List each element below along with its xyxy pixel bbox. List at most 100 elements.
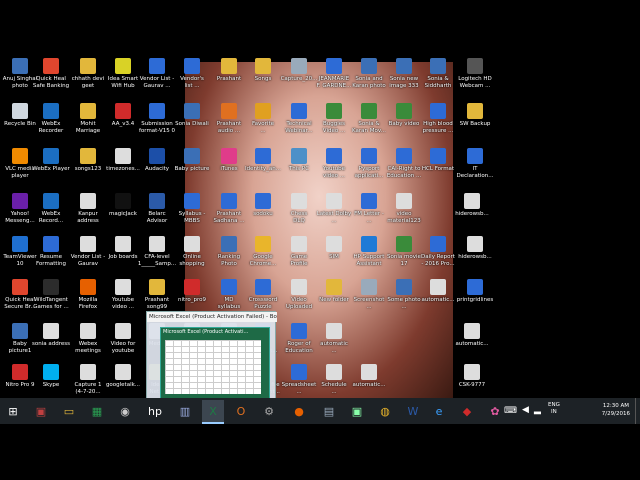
desktop-icon[interactable]: Daily Report - 2016 Pro... (418, 236, 458, 267)
desktop-icon[interactable]: Sonia Diwali (172, 103, 212, 128)
desktop-icon[interactable]: Capture_20... (279, 58, 319, 83)
media-app-icon[interactable]: ▣ (346, 400, 368, 422)
desktop-icon[interactable]: Mozilla Firefox (68, 279, 108, 310)
desktop-icon[interactable]: chhath devi geet (68, 58, 108, 89)
desktop-icon[interactable]: Video Uploaded (279, 279, 319, 310)
store-icon[interactable]: ▦ (86, 400, 108, 422)
desktop-icon[interactable]: HCL Format (418, 148, 458, 173)
desktop-icon[interactable]: nitro_pro9 (172, 279, 212, 304)
desktop-icon[interactable]: Buggies Video ... (314, 103, 354, 134)
desktop-icon[interactable]: Latest Dolby ... (314, 193, 354, 224)
desktop-icon[interactable]: Baby picture (172, 148, 212, 173)
edge-icon[interactable]: e (428, 400, 450, 422)
desktop-icon[interactable]: Logitech HD Webcam ... (455, 58, 495, 89)
desktop-icon[interactable]: Sonia & Karan Mov... (349, 103, 389, 134)
desktop-icon-label: WildTangent Games for ... (33, 297, 69, 310)
desktop-icon[interactable]: Submission format-V15 0 (137, 103, 177, 134)
desktop-icon[interactable]: Roger of Education (279, 323, 319, 354)
desktop-icon[interactable]: Technical Webinar... (279, 103, 319, 134)
desktop-icon[interactable]: WildTangent Games for ... (31, 279, 71, 310)
word-icon[interactable]: W (402, 400, 424, 422)
desktop-icon[interactable]: Audacity (137, 148, 177, 173)
calculator-icon[interactable]: ▤ (318, 400, 340, 422)
desktop-icon[interactable]: video material123 (384, 193, 424, 224)
desktop-icon[interactable]: JEANMARIE F. GARDNE... (314, 58, 354, 89)
desktop-icon[interactable]: Favorite ... (243, 103, 283, 134)
desktop-icon[interactable]: Skype (31, 364, 71, 389)
desktop-icon[interactable]: Sonia & Siddharth (418, 58, 458, 89)
keyboard-icon[interactable]: ⌨ (504, 406, 517, 416)
desktop-icon[interactable]: automatic... (452, 323, 492, 348)
desktop-icon[interactable]: Quick Heal Safe Banking (31, 58, 71, 89)
desktop-icon[interactable]: SW Backup (455, 103, 495, 128)
desktop-icon[interactable]: High blood pressure ... (418, 103, 458, 134)
desktop-icon[interactable]: Screenshot ... (349, 279, 389, 310)
desktop-icon[interactable]: Belarc Advisor (137, 193, 177, 224)
desktop-icon[interactable]: Schedule ... (314, 364, 354, 395)
excel-window-thumbnail[interactable]: Microsoft Excel (Product Activati... (160, 327, 270, 399)
photo-app-icon[interactable]: ▣ (30, 400, 52, 422)
desktop-icon[interactable]: WebEx Recorder (31, 103, 71, 134)
desktop-icon[interactable]: WebEx Player (31, 148, 71, 173)
desktop-icon[interactable]: Vendor's list ... (172, 58, 212, 89)
outlook-icon[interactable]: O (230, 400, 252, 422)
desktop-icon[interactable]: Crossword Puzzle (243, 279, 283, 310)
file-explorer-icon[interactable]: ▭ (58, 400, 80, 422)
desktop-icon[interactable]: New folder (314, 279, 354, 304)
desktop-icon[interactable]: Syllabus - MBBS (172, 193, 212, 224)
desktop-icon[interactable]: Spreadsheet ... (279, 364, 319, 395)
desktop-icon[interactable]: Mohit Marriage (68, 103, 108, 134)
desktop-icon[interactable]: automatic ... (314, 323, 354, 354)
desktop-icon[interactable]: Chess DLQ (279, 193, 319, 224)
teamviewer-icon (12, 236, 28, 252)
desktop-icon[interactable]: Sonia and Karan photo (349, 58, 389, 89)
settings-app-icon[interactable]: ⚙ (258, 400, 280, 422)
doc-icon (396, 193, 412, 209)
desktop-icon[interactable]: IT Declaration... (455, 148, 495, 179)
desktop-icon[interactable]: Kanpur address (68, 193, 108, 224)
desktop-icon[interactable]: Prashant song99 (137, 279, 177, 310)
hp-icon[interactable]: hp (144, 400, 166, 422)
camera-app-icon[interactable]: ◉ (114, 400, 136, 422)
desktop-icon[interactable]: sonia address (31, 323, 71, 348)
desktop-icon[interactable]: Youtube video ... (314, 148, 354, 179)
taskbar-thumbnail-preview[interactable]: Microsoft Excel (Product Activation Fail… (146, 311, 277, 403)
desktop-icon[interactable]: SIM (314, 236, 354, 261)
network-app-icon[interactable]: ▥ (174, 400, 196, 422)
desktop-icon[interactable]: automatic... (418, 279, 458, 304)
desktop-icon[interactable]: Resume Formatting (31, 236, 71, 267)
desktop-icon[interactable]: Vendor List - Gaurav (68, 236, 108, 267)
show-desktop-button[interactable] (635, 398, 640, 424)
desktop-icon[interactable]: printgridlines (455, 279, 495, 304)
desktop-icon[interactable]: hiderowsb... (452, 193, 492, 218)
desktop-icon[interactable]: FM Letter - ... (349, 193, 389, 224)
desktop-icon[interactable]: songs123 (68, 148, 108, 173)
firefox-taskbar-icon[interactable]: ● (288, 400, 310, 422)
desktop-icon[interactable]: Vendor List - Gaurav ... (137, 58, 177, 89)
desktop-icon[interactable]: Pysport applicati... (349, 148, 389, 179)
desktop-icon[interactable]: Google Chrome... (243, 236, 283, 267)
desktop-icon[interactable]: automatic... (349, 364, 389, 389)
desktop-icon[interactable]: sodoku (243, 193, 283, 218)
desktop-icon[interactable]: WebEx Record... (31, 193, 71, 224)
desktop-icon[interactable]: This PC (279, 148, 319, 173)
shield-icon (12, 279, 28, 295)
app-red-icon[interactable]: ◆ (456, 400, 478, 422)
chrome-taskbar-icon[interactable]: ◍ (374, 400, 396, 422)
excel-icon[interactable]: X (202, 400, 224, 424)
desktop-icon[interactable]: CSK-9777 (452, 364, 492, 389)
language-indicator[interactable]: ENG IN (548, 402, 560, 416)
desktop-icon[interactable]: Songs (243, 58, 283, 83)
network-icon[interactable]: ▂ (534, 405, 541, 415)
desktop-icon[interactable]: Webex meetings (68, 323, 108, 354)
desktop-icon[interactable]: CFA-level 1_____Samp... (137, 236, 177, 267)
desktop-icon[interactable]: Identity_an... (243, 148, 283, 173)
desktop-icon[interactable]: hiderowsb... (455, 236, 495, 261)
volume-icon[interactable]: ◀ (522, 405, 529, 415)
desktop-icon[interactable]: Capture 1 (4-7-20... (68, 364, 108, 395)
desktop-icon[interactable]: Online shopping (172, 236, 212, 267)
desktop-icon[interactable]: HP Support Assistant (349, 236, 389, 267)
desktop-icon[interactable]: Game Profile (279, 236, 319, 267)
clock[interactable]: 12:30 AM 7/29/2016 (602, 402, 630, 418)
start-button[interactable]: ⊞ (2, 400, 24, 422)
